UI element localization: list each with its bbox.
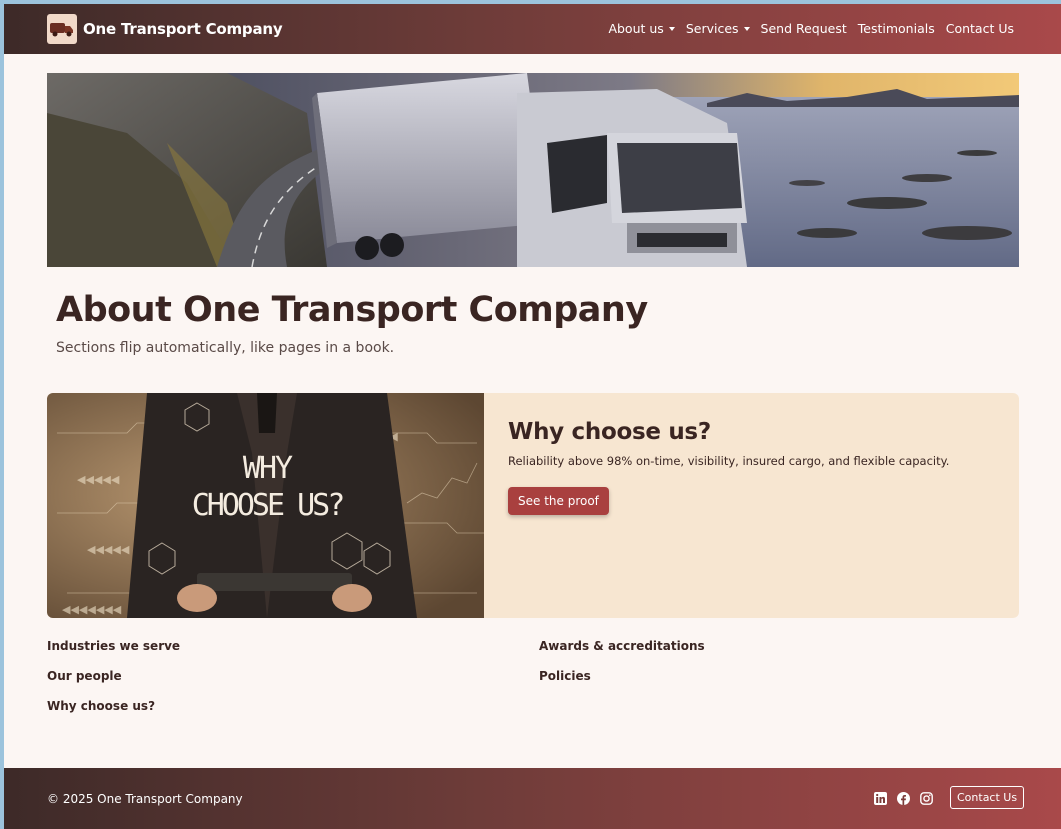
brand[interactable]: One Transport Company — [47, 14, 283, 44]
caret-down-icon — [743, 26, 750, 31]
link-our-people[interactable]: Our people — [47, 668, 180, 698]
link-awards-accreditations[interactable]: Awards & accreditations — [539, 638, 705, 668]
footer: © 2025 One Transport Company Contact Us — [4, 768, 1061, 829]
nav-contact-us-label: Contact Us — [945, 21, 1014, 36]
nav-links: About us Services Send Request Testimoni… — [608, 21, 1014, 36]
brand-name: One Transport Company — [83, 20, 283, 38]
social-links — [874, 792, 933, 805]
nav-testimonials-label: Testimonials — [857, 21, 935, 36]
nav-contact-us[interactable]: Contact Us — [946, 21, 1014, 36]
instagram-icon[interactable] — [920, 792, 933, 805]
link-industries-we-serve[interactable]: Industries we serve — [47, 638, 180, 668]
navbar: One Transport Company About us Services … — [4, 4, 1061, 54]
link-why-choose-us[interactable]: Why choose us? — [47, 698, 180, 728]
nav-send-request-label: Send Request — [760, 21, 847, 36]
nav-about-us-label: About us — [608, 21, 664, 36]
hero-image — [47, 73, 1019, 267]
truck-logo-icon — [47, 14, 77, 44]
section-links-left: Industries we serve Our people Why choos… — [47, 638, 180, 728]
linkedin-icon[interactable] — [874, 792, 887, 805]
nav-send-request[interactable]: Send Request — [761, 21, 847, 36]
nav-services-label: Services — [685, 21, 739, 36]
nav-testimonials[interactable]: Testimonials — [858, 21, 935, 36]
page-subtitle: Sections flip automatically, like pages … — [56, 340, 395, 356]
svg-text:WHY: WHY — [243, 451, 293, 486]
feature-card: ◀◀◀◀◀ ◀◀◀◀◀◀ ◀◀◀◀◀ ◀◀◀◀◀◀◀ — [47, 393, 1019, 618]
page-title: About One Transport Company — [56, 290, 648, 330]
nav-about-us[interactable]: About us — [608, 21, 675, 36]
card-text: Reliability above 98% on-time, visibilit… — [508, 454, 950, 468]
facebook-icon[interactable] — [897, 792, 910, 805]
svg-text:◀◀◀◀◀◀◀: ◀◀◀◀◀◀◀ — [62, 603, 122, 616]
why-choose-us-image: ◀◀◀◀◀ ◀◀◀◀◀◀ ◀◀◀◀◀ ◀◀◀◀◀◀◀ — [47, 393, 484, 618]
section-links-right: Awards & accreditations Policies — [539, 638, 705, 698]
nav-services[interactable]: Services — [686, 21, 750, 36]
browser-window: One Transport Company About us Services … — [4, 4, 1061, 829]
svg-text:◀◀◀◀◀: ◀◀◀◀◀ — [87, 543, 130, 556]
card-body: Why choose us? Reliability above 98% on-… — [484, 393, 973, 618]
card-title: Why choose us? — [508, 419, 711, 445]
copyright: © 2025 One Transport Company — [47, 792, 243, 806]
svg-text:CHOOSE US?: CHOOSE US? — [192, 488, 344, 523]
caret-down-icon — [668, 26, 675, 31]
link-policies[interactable]: Policies — [539, 668, 705, 698]
footer-contact-us-button[interactable]: Contact Us — [950, 786, 1025, 809]
see-the-proof-button[interactable]: See the proof — [508, 487, 609, 515]
svg-text:◀◀◀◀◀: ◀◀◀◀◀ — [77, 473, 120, 486]
